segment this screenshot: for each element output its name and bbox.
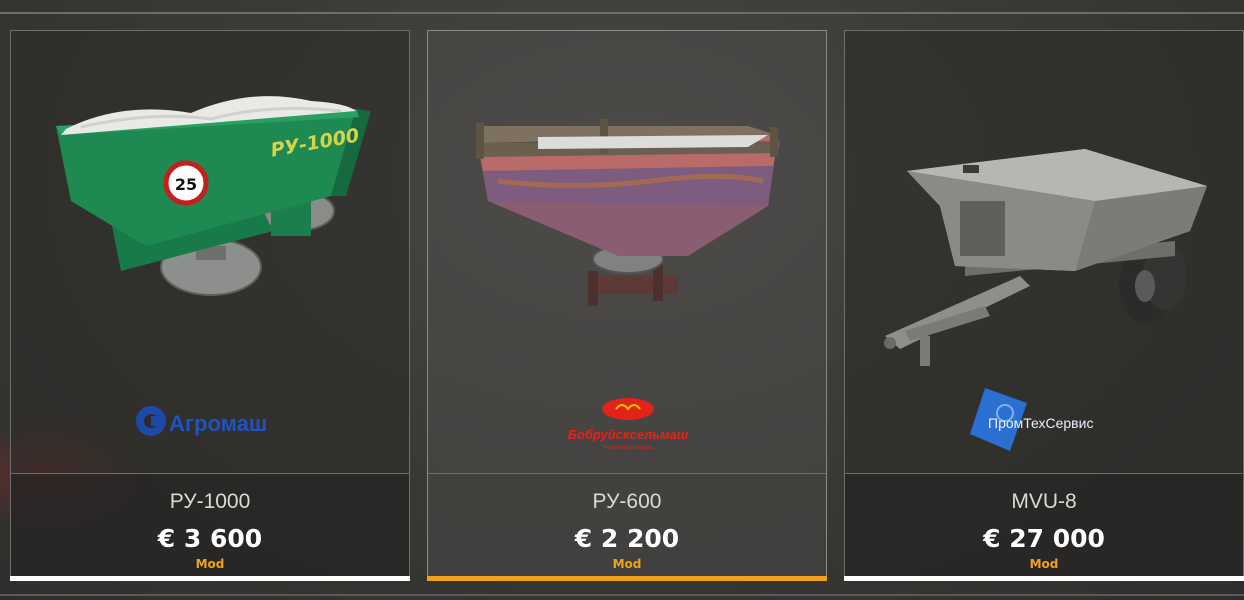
bobruisk-logo: Бобруйсксельмаш Республика Беларусь — [568, 398, 689, 451]
brand-logo-subtext: Республика Беларусь — [603, 445, 654, 451]
promtehservis-logo: ПромТехСервис — [970, 388, 1093, 451]
item-price: € 27 000 — [983, 524, 1105, 553]
card-info: РУ-1000 € 3 600 Mod — [11, 474, 409, 576]
speed-limit-badge: 25 — [175, 175, 197, 194]
store-item-card-mvu-8[interactable]: ПромТехСервис MVU-8 € 27 000 Mod — [844, 30, 1244, 581]
product-image: 25 РУ-1000 Агромаш — [11, 31, 409, 473]
product-image: Бобруйсксельмаш Республика Беларусь — [428, 31, 826, 473]
card-underline — [844, 576, 1244, 581]
bottom-divider — [0, 594, 1244, 596]
trailed-fertilizer-spreader-icon: ПромТехСервис — [884, 149, 1207, 451]
product-image: ПромТехСервис — [845, 31, 1243, 473]
brand-logo-text: Агромаш — [169, 411, 267, 436]
card-info: MVU-8 € 27 000 Mod — [845, 474, 1243, 576]
agromash-logo: Агромаш — [136, 406, 267, 436]
green-fertilizer-spreader-icon: 25 РУ-1000 Агромаш — [56, 96, 371, 436]
item-price: € 2 200 — [574, 524, 680, 553]
brand-logo-text: ПромТехСервис — [988, 415, 1093, 431]
store-item-card-ru-1000[interactable]: 25 РУ-1000 Агромаш РУ-1000 € 3 600 Mod — [10, 30, 410, 581]
item-name: MVU-8 — [1011, 490, 1077, 513]
mod-tag: Mod — [195, 557, 225, 571]
mod-tag: Mod — [612, 557, 642, 571]
item-name: РУ-1000 — [169, 490, 251, 513]
top-divider — [0, 12, 1244, 14]
card-info: РУ-600 € 2 200 Mod — [428, 474, 826, 576]
mod-tag: Mod — [1029, 557, 1059, 571]
item-price: € 3 600 — [157, 524, 263, 553]
card-underline-selected — [427, 576, 827, 581]
brand-logo-text: Бобруйсксельмаш — [568, 427, 689, 442]
rusty-fertilizer-spreader-icon: Бобруйсксельмаш Республика Беларусь — [476, 119, 780, 451]
card-underline — [10, 576, 410, 581]
item-name: РУ-600 — [592, 490, 662, 513]
store-item-card-ru-600[interactable]: Бобруйсксельмаш Республика Беларусь РУ-6… — [427, 30, 827, 581]
